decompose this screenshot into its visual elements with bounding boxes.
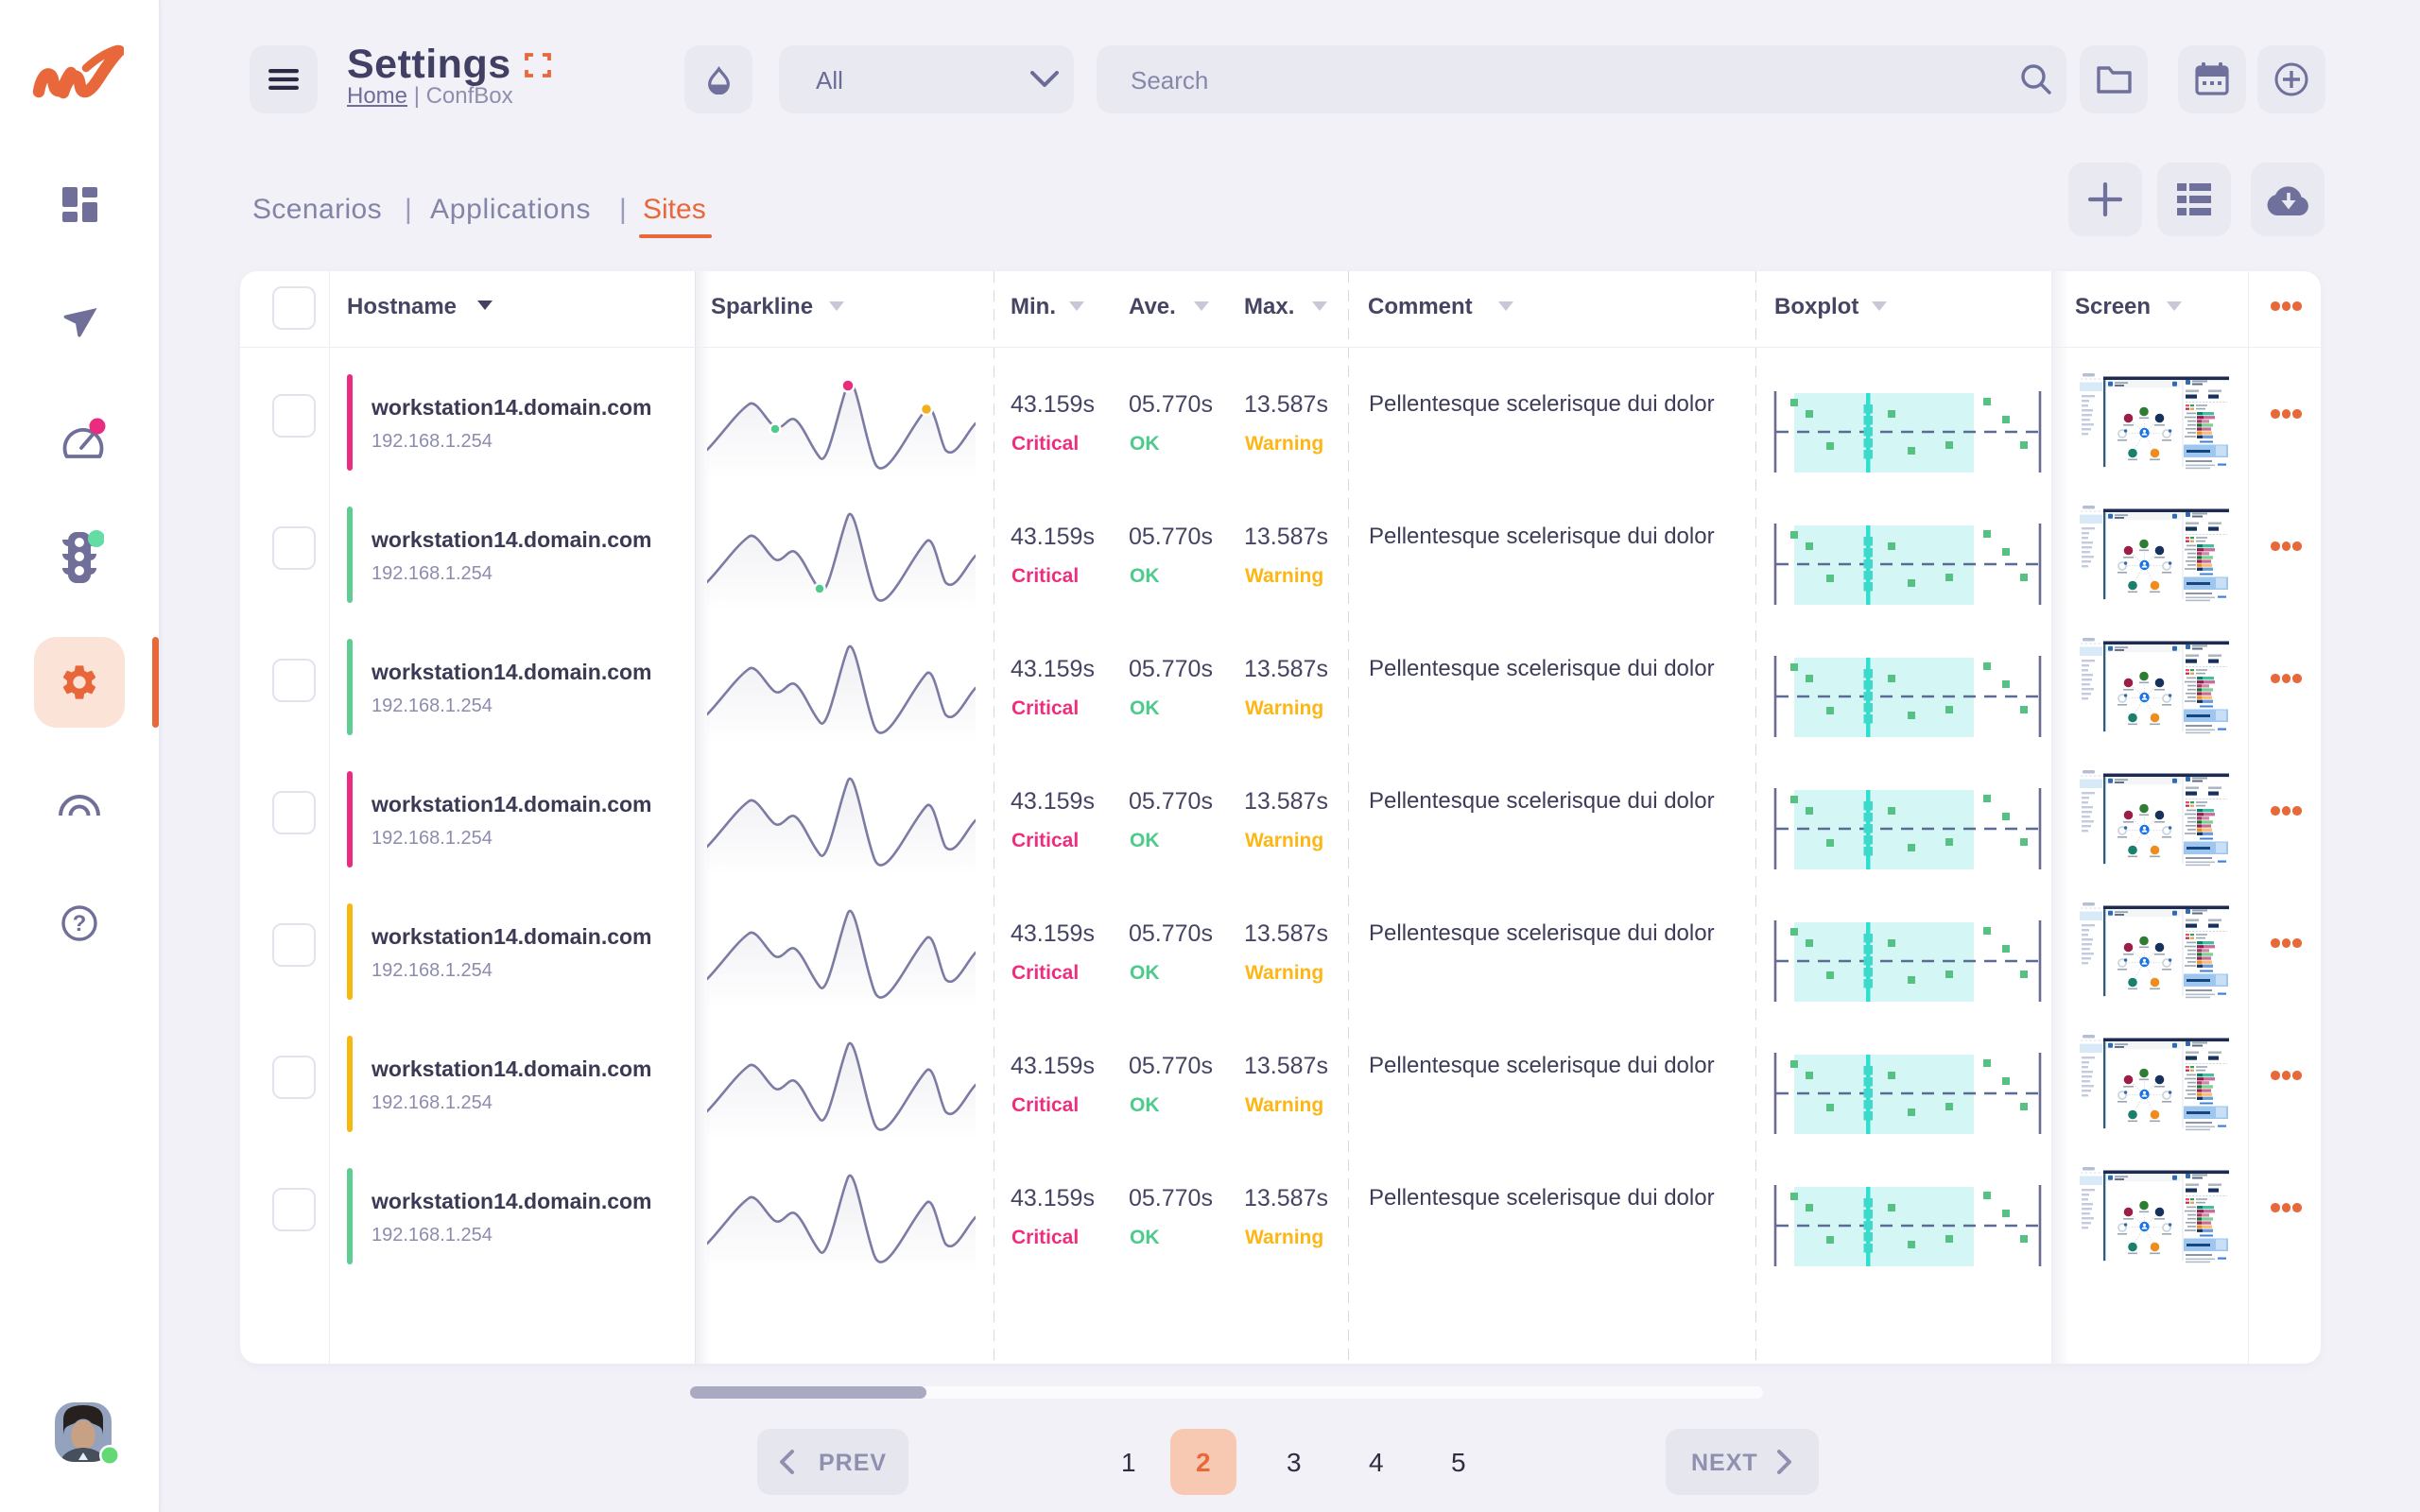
- svg-text:?: ?: [73, 911, 87, 936]
